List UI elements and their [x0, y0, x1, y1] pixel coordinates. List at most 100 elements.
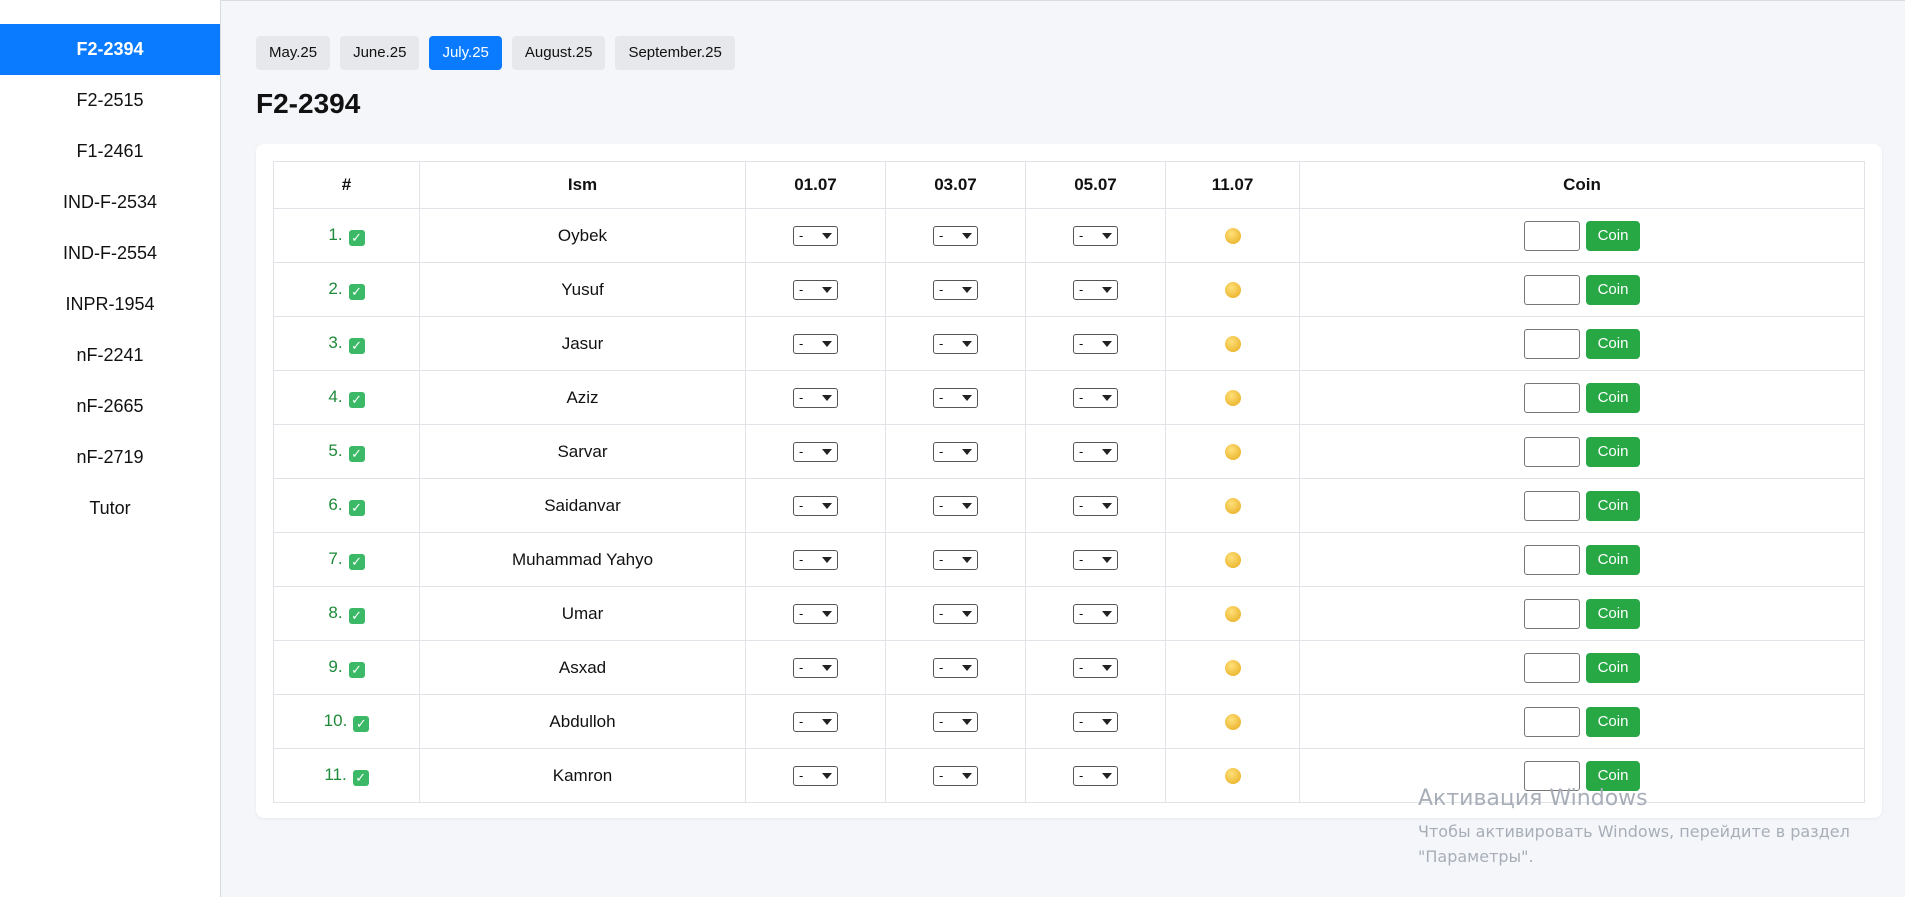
- coin-amount-input[interactable]: [1523, 544, 1580, 575]
- coin-button[interactable]: Coin: [1585, 544, 1641, 575]
- tab-july-25[interactable]: July.25: [429, 36, 502, 70]
- attendance-select[interactable]: -: [933, 441, 978, 462]
- attendance-select[interactable]: -: [1073, 333, 1118, 354]
- attendance-select[interactable]: -: [1073, 549, 1118, 570]
- attendance-cell: -: [745, 586, 886, 641]
- check-box-icon: ✓: [348, 284, 365, 300]
- attendance-select[interactable]: -: [933, 333, 978, 354]
- coin-amount-input[interactable]: [1523, 274, 1580, 305]
- attendance-select[interactable]: -: [1073, 441, 1118, 462]
- student-name: Yusuf: [419, 262, 746, 317]
- coin-amount-input[interactable]: [1523, 382, 1580, 413]
- coin-status-cell: [1165, 208, 1300, 263]
- attendance-cell: -: [1025, 532, 1166, 587]
- coin-amount-input[interactable]: [1523, 652, 1580, 683]
- row-number-cell: 8. ✓: [273, 586, 420, 641]
- check-box-icon: ✓: [353, 716, 370, 732]
- table-row: 8. ✓ Umar - - - Coin: [273, 586, 1865, 641]
- sidebar-item-f2-2515[interactable]: F2-2515: [0, 75, 220, 126]
- attendance-select[interactable]: -: [933, 657, 978, 678]
- coin-icon: [1224, 714, 1241, 731]
- attendance-select[interactable]: -: [1073, 711, 1118, 732]
- sidebar-item-ind-f-2534[interactable]: IND-F-2534: [0, 177, 220, 228]
- coin-status-cell: [1165, 640, 1300, 695]
- student-name: Jasur: [419, 316, 746, 371]
- coin-button[interactable]: Coin: [1585, 706, 1641, 737]
- attendance-card: # Ism 01.07 03.07 05.07 11.07 Coin 1. ✓ Oy…: [256, 144, 1882, 818]
- coin-action-cell: Coin: [1299, 316, 1865, 371]
- attendance-select[interactable]: -: [933, 387, 978, 408]
- attendance-select[interactable]: -: [793, 225, 838, 246]
- coin-button[interactable]: Coin: [1585, 436, 1641, 467]
- coin-button[interactable]: Coin: [1585, 598, 1641, 629]
- tab-june-25[interactable]: June.25: [340, 36, 420, 70]
- attendance-select[interactable]: -: [933, 225, 978, 246]
- attendance-select[interactable]: -: [933, 603, 978, 624]
- coin-status-cell: [1165, 262, 1300, 317]
- attendance-cell: -: [1025, 316, 1166, 371]
- coin-amount-input[interactable]: [1523, 436, 1580, 467]
- attendance-cell: -: [745, 370, 886, 425]
- student-name: Kamron: [419, 748, 746, 803]
- attendance-select[interactable]: -: [1073, 387, 1118, 408]
- attendance-select[interactable]: -: [793, 441, 838, 462]
- attendance-select[interactable]: -: [933, 765, 978, 786]
- coin-icon: [1224, 336, 1241, 353]
- attendance-select[interactable]: -: [793, 711, 838, 732]
- table-row: 4. ✓ Aziz - - - Coin: [273, 370, 1865, 425]
- attendance-select[interactable]: -: [1073, 657, 1118, 678]
- attendance-select[interactable]: -: [793, 657, 838, 678]
- tab-august-25[interactable]: August.25: [511, 36, 606, 70]
- attendance-cell: -: [885, 208, 1026, 263]
- coin-amount-input[interactable]: [1523, 328, 1580, 359]
- coin-button[interactable]: Coin: [1585, 652, 1641, 683]
- tab-september-25[interactable]: September.25: [615, 36, 735, 70]
- coin-amount-input[interactable]: [1523, 220, 1580, 251]
- attendance-select[interactable]: -: [793, 603, 838, 624]
- attendance-cell: -: [745, 748, 886, 803]
- attendance-select[interactable]: -: [933, 549, 978, 570]
- coin-button[interactable]: Coin: [1585, 274, 1641, 305]
- attendance-select[interactable]: -: [793, 333, 838, 354]
- coin-action-cell: Coin: [1299, 262, 1865, 317]
- month-tabs: May.25 June.25 July.25 August.25 September.2…: [256, 36, 735, 70]
- attendance-select[interactable]: -: [793, 765, 838, 786]
- attendance-select[interactable]: -: [1073, 765, 1118, 786]
- sidebar-item-nf-2241[interactable]: nF-2241: [0, 330, 220, 381]
- watermark-title: Активация Windows: [1418, 786, 1648, 811]
- coin-button[interactable]: Coin: [1585, 220, 1641, 251]
- coin-button[interactable]: Coin: [1585, 382, 1641, 413]
- check-box-icon: ✓: [348, 446, 365, 462]
- attendance-select[interactable]: -: [793, 387, 838, 408]
- coin-button[interactable]: Coin: [1585, 328, 1641, 359]
- sidebar-item-ind-f-2554[interactable]: IND-F-2554: [0, 228, 220, 279]
- coin-button[interactable]: Coin: [1585, 490, 1641, 521]
- row-number: 11.: [324, 765, 347, 784]
- sidebar-item-f1-2461[interactable]: F1-2461: [0, 126, 220, 177]
- attendance-select[interactable]: -: [793, 549, 838, 570]
- attendance-select[interactable]: -: [1073, 495, 1118, 516]
- attendance-select[interactable]: -: [1073, 279, 1118, 300]
- sidebar-item-nf-2719[interactable]: nF-2719: [0, 432, 220, 483]
- attendance-select[interactable]: -: [933, 279, 978, 300]
- sidebar-item-f2-2394[interactable]: F2-2394: [0, 24, 220, 75]
- row-number-cell: 7. ✓: [273, 532, 420, 587]
- sidebar-item-nf-2665[interactable]: nF-2665: [0, 381, 220, 432]
- coin-amount-input[interactable]: [1523, 706, 1580, 737]
- coin-amount-input[interactable]: [1523, 490, 1580, 521]
- sidebar-item-inpr-1954[interactable]: INPR-1954: [0, 279, 220, 330]
- coin-status-cell: [1165, 532, 1300, 587]
- attendance-select[interactable]: -: [933, 495, 978, 516]
- attendance-select[interactable]: -: [793, 495, 838, 516]
- attendance-select[interactable]: -: [1073, 603, 1118, 624]
- row-number-cell: 6. ✓: [273, 478, 420, 533]
- attendance-cell: -: [745, 694, 886, 749]
- tab-may-25[interactable]: May.25: [256, 36, 331, 70]
- attendance-select[interactable]: -: [1073, 225, 1118, 246]
- attendance-select[interactable]: -: [933, 711, 978, 732]
- coin-icon: [1224, 606, 1241, 623]
- sidebar-item-tutor[interactable]: Tutor: [0, 483, 220, 534]
- coin-amount-input[interactable]: [1523, 598, 1580, 629]
- attendance-select[interactable]: -: [793, 279, 838, 300]
- sidebar: F2-2394 F2-2515 F1-2461 IND-F-2534 IND-F-255…: [0, 0, 221, 897]
